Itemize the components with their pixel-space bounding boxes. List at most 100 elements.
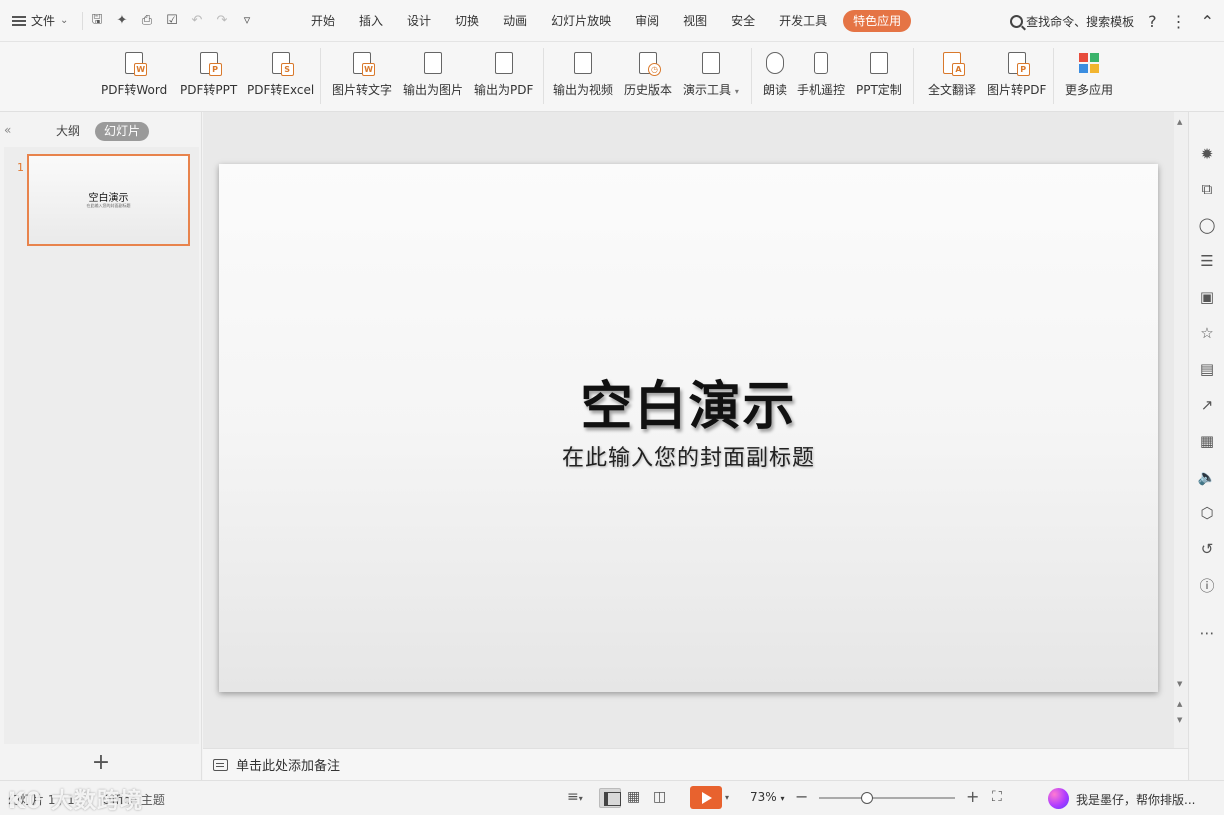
normal-view-button[interactable]	[599, 788, 621, 808]
right-sidebar: ✹ ⧉ ◯ ☰ ▣ ☆ ▤ ↗ ▦ 🔈 ⬡ ↺ ⓘ ⋯	[1188, 112, 1224, 780]
more-apps-button[interactable]: 更多应用	[1065, 50, 1113, 98]
pdf-to-ppt-button[interactable]: P PDF转PPT	[180, 50, 237, 98]
share-icon[interactable]: ↗	[1198, 396, 1216, 414]
save-icon[interactable]: 🖫	[89, 12, 105, 29]
ppt-custom-button[interactable]: PPT定制	[856, 50, 902, 98]
image-to-text-button[interactable]: W 图片转文字	[332, 50, 392, 98]
audio-icon[interactable]: 🔈	[1198, 468, 1217, 486]
assistant-prompt[interactable]: 我是墨仔，帮你排版...	[1076, 791, 1195, 808]
scroll-up-icon[interactable]: ▲	[1177, 118, 1182, 126]
redo-icon[interactable]: ↷	[214, 13, 230, 29]
pdf-to-excel-button[interactable]: S PDF转Excel	[247, 50, 314, 98]
collapse-panel-icon[interactable]: «	[4, 123, 11, 137]
slides-panel: « 大纲 幻灯片 1 空白演示 在此输入您的封面副标题 +	[0, 112, 202, 780]
export-image-label: 输出为图片	[403, 83, 464, 97]
pdf-to-ppt-icon: P	[196, 50, 222, 78]
copy-icon[interactable]: ⧉	[1198, 180, 1216, 198]
tab-home[interactable]: 开始	[299, 10, 347, 32]
slide-thumbnail-list: 1 空白演示 在此输入您的封面副标题	[4, 147, 199, 744]
zoom-out-icon[interactable]: −	[795, 787, 808, 806]
pdf-to-word-icon: W	[121, 50, 148, 78]
zoom-slider[interactable]	[819, 792, 955, 804]
export-video-icon	[570, 50, 596, 78]
assistant-avatar[interactable]	[1048, 788, 1069, 809]
slide-number: 1	[17, 161, 24, 174]
notes-pane[interactable]: 单击此处添加备注	[203, 748, 1188, 780]
tab-animations[interactable]: 动画	[491, 10, 539, 32]
tab-transitions[interactable]: 切换	[443, 10, 491, 32]
zoom-level[interactable]: 73% ▾	[750, 790, 785, 804]
tab-slideshow[interactable]: 幻灯片放映	[539, 10, 623, 32]
phone-remote-label: 手机遥控	[797, 83, 846, 97]
tab-special-apps[interactable]: 特色应用	[843, 9, 912, 32]
tab-slides[interactable]: 幻灯片	[95, 122, 150, 141]
file-menu[interactable]: 文件 ⌄	[0, 12, 82, 29]
help-icon[interactable]: ?	[1148, 12, 1157, 31]
slide[interactable]: 空白演示 在此输入您的封面副标题	[219, 164, 1158, 692]
command-search[interactable]: 查找命令、搜索模板	[1010, 13, 1134, 30]
collapse-ribbon-icon[interactable]: ⌃	[1201, 12, 1214, 31]
slide-subtitle[interactable]: 在此输入您的封面副标题	[219, 440, 1158, 472]
tab-developer[interactable]: 开发工具	[767, 10, 839, 32]
read-aloud-button[interactable]: 朗读	[762, 50, 788, 98]
export-pdf-button[interactable]: 输出为PDF	[474, 50, 533, 98]
help-circle-icon[interactable]: ⓘ	[1198, 576, 1216, 595]
star-icon[interactable]: ☆	[1198, 324, 1216, 342]
export-video-label: 输出为视频	[553, 83, 614, 97]
history-version-button[interactable]: ◷ 历史版本	[624, 50, 672, 98]
phone-remote-button[interactable]: 手机遥控	[797, 50, 845, 98]
vertical-scrollbar[interactable]: ▲ ▼ ▲ ▼	[1174, 112, 1188, 748]
undo-icon[interactable]: ↶	[189, 13, 205, 29]
print-icon[interactable]: ⎙	[139, 13, 155, 29]
image-to-pdf-icon: P	[1004, 50, 1030, 78]
adjust-icon[interactable]: ☰	[1198, 252, 1216, 270]
chevron-down-icon: ⌄	[60, 15, 69, 26]
prev-slide-icon[interactable]: ▲	[1177, 700, 1182, 708]
tab-review[interactable]: 审阅	[623, 10, 671, 32]
export-video-button[interactable]: 输出为视频	[553, 50, 613, 98]
export-image-button[interactable]: 输出为图片	[403, 50, 463, 98]
add-slide-button[interactable]: +	[0, 744, 202, 780]
image-to-text-icon: W	[349, 50, 375, 78]
more-horizontal-icon[interactable]: ⋯	[1198, 624, 1216, 642]
next-slide-icon[interactable]: ▼	[1177, 716, 1182, 724]
translate-label: 全文翻译	[928, 83, 977, 97]
fit-window-icon[interactable]: ⛶	[992, 789, 1002, 805]
shapes-icon[interactable]: ◯	[1198, 216, 1216, 234]
slide-thumbnail[interactable]: 空白演示 在此输入您的封面副标题	[27, 154, 190, 246]
ribbon-divider	[913, 48, 914, 104]
tab-design[interactable]: 设计	[395, 10, 443, 32]
customize-dropdown-icon[interactable]: ▿	[239, 13, 255, 29]
archive-icon[interactable]: ▤	[1198, 360, 1216, 378]
tab-view[interactable]: 视图	[671, 10, 719, 32]
slide-sorter-icon[interactable]: ▦	[627, 789, 640, 805]
slide-title[interactable]: 空白演示	[219, 364, 1158, 439]
tab-outline[interactable]: 大纲	[56, 122, 80, 141]
presentation-tools-button[interactable]: 演示工具 ▾	[683, 50, 739, 98]
pdf-to-word-label: PDF转Word	[101, 83, 168, 97]
pdf-to-excel-icon: S	[268, 50, 294, 78]
more-vertical-icon[interactable]: ⋮	[1171, 12, 1187, 31]
tab-insert[interactable]: 插入	[347, 10, 395, 32]
pdf-to-word-button[interactable]: W PDF转Word	[101, 50, 167, 98]
scroll-down-icon[interactable]: ▼	[1177, 680, 1182, 688]
image-to-pdf-label: 图片转PDF	[987, 83, 1047, 97]
zoom-in-icon[interactable]: +	[966, 787, 979, 806]
play-slideshow-button[interactable]	[690, 786, 722, 809]
magic-icon[interactable]: ✹	[1198, 145, 1216, 163]
print-preview-icon[interactable]: ☑	[164, 13, 180, 29]
tab-security[interactable]: 安全	[719, 10, 767, 32]
zoom-slider-knob[interactable]	[860, 792, 873, 804]
play-options-icon[interactable]: ▾	[725, 793, 729, 802]
history-icon[interactable]: ↺	[1198, 540, 1216, 558]
notes-toggle-icon[interactable]: ≡▾	[567, 789, 583, 805]
shield-icon[interactable]: ⬡	[1198, 504, 1216, 522]
image-icon[interactable]: ▦	[1198, 432, 1216, 450]
notes-placeholder[interactable]: 单击此处添加备注	[236, 755, 340, 774]
gallery-icon[interactable]: ▣	[1198, 288, 1216, 306]
translate-button[interactable]: A 全文翻译	[928, 50, 976, 98]
thumbnail-title: 空白演示	[88, 193, 129, 204]
image-to-pdf-button[interactable]: P 图片转PDF	[987, 50, 1046, 98]
reading-view-icon[interactable]: ◫	[653, 789, 666, 805]
format-painter-icon[interactable]: ✦	[114, 13, 130, 29]
